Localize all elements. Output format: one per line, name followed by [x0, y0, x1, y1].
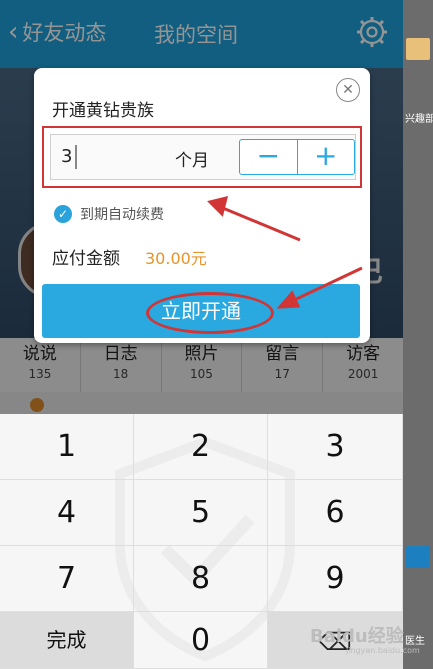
amount-value: 30.00元 — [145, 249, 207, 268]
done-key[interactable]: 完成 — [0, 612, 134, 669]
annotation-ring — [146, 292, 274, 334]
watermark: Baidu经验 — [310, 626, 404, 647]
checkmark-icon: ✓ — [54, 205, 72, 223]
key-0[interactable]: 0 — [134, 612, 268, 669]
phone-screen: ‹ 好友动态 我的空间 巴 说说 135 日志 18 照片 105 — [0, 0, 403, 669]
watermark-sub: jingyan.baidu.com — [346, 646, 420, 655]
amount-label: 应付金额 — [52, 249, 120, 269]
vip-purchase-dialog: 开通黄钻贵族 ✕ 3 个月 − + ✓ 到期自动续费 应付金额 30.00元 立… — [34, 68, 370, 343]
side-button — [406, 546, 430, 568]
quantity-stepper: − + — [239, 139, 355, 175]
auto-renew-label: 到期自动续费 — [80, 207, 164, 223]
quantity-value: 3 — [61, 146, 73, 167]
key-7[interactable]: 7 — [0, 546, 134, 612]
close-icon[interactable]: ✕ — [336, 78, 360, 102]
key-5[interactable]: 5 — [134, 480, 268, 546]
dialog-title: 开通黄钻贵族 — [52, 101, 154, 121]
background-window: 兴趣部 医生 — [403, 0, 433, 669]
auto-renew-checkbox[interactable]: ✓ 到期自动续费 — [54, 204, 164, 224]
quantity-highlight: 3 个月 − + — [42, 126, 362, 188]
quantity-field[interactable]: 3 个月 − + — [50, 134, 356, 180]
side-text: 兴趣部 — [405, 114, 433, 125]
decrement-button[interactable]: − — [240, 140, 298, 174]
key-2[interactable]: 2 — [134, 414, 268, 480]
key-1[interactable]: 1 — [0, 414, 134, 480]
key-8[interactable]: 8 — [134, 546, 268, 612]
key-4[interactable]: 4 — [0, 480, 134, 546]
open-now-button[interactable]: 立即开通 — [42, 284, 360, 338]
text-cursor — [75, 145, 77, 169]
side-text: 医生 — [405, 636, 425, 647]
key-3[interactable]: 3 — [268, 414, 403, 480]
increment-button[interactable]: + — [298, 140, 355, 174]
key-9[interactable]: 9 — [268, 546, 403, 612]
quantity-unit: 个月 — [175, 151, 209, 171]
side-thumb — [406, 38, 430, 60]
key-6[interactable]: 6 — [268, 480, 403, 546]
